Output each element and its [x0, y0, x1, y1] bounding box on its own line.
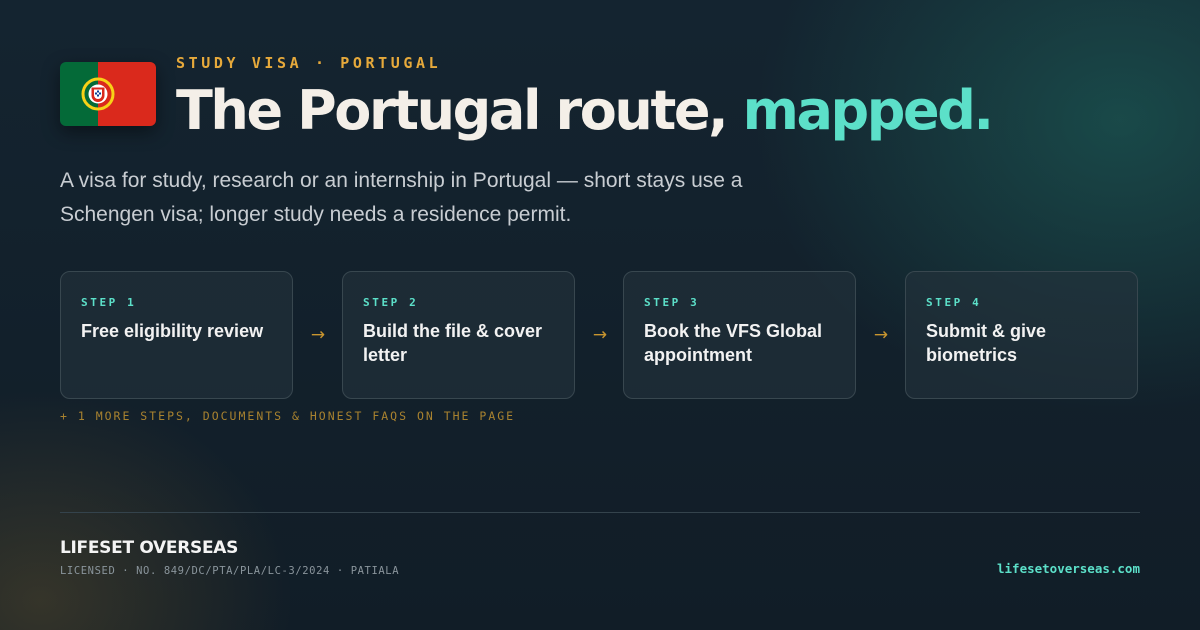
step-number: STEP 1 — [81, 296, 137, 309]
license-text: LICENSED · NO. 849/DC/PTA/PLA/LC-3/2024 … — [60, 565, 400, 577]
step-title: Free eligibility review — [81, 321, 264, 341]
arrow-right-icon: → — [873, 325, 889, 345]
step-card-3: STEP 3 Book the VFS Global appointment — [623, 271, 856, 399]
arrow-right-icon: → — [310, 325, 326, 345]
footer-divider — [60, 512, 1140, 513]
step-number: STEP 4 — [926, 296, 982, 309]
page-title: The Portugal route, mapped. — [176, 76, 994, 146]
lead-paragraph: A visa for study, research or an interns… — [60, 169, 743, 226]
portugal-flag-icon — [60, 62, 156, 126]
step-card-1: STEP 1 Free eligibility review — [60, 271, 293, 399]
more-steps-note: + 1 MORE STEPS, DOCUMENTS & HONEST FAQS … — [60, 409, 516, 423]
eyebrow-label: STUDY VISA · PORTUGAL — [176, 54, 442, 72]
website-link[interactable]: lifesetoverseas.com — [997, 561, 1140, 576]
step-card-4: STEP 4 Submit & give biometrics — [905, 271, 1138, 399]
step-number: STEP 2 — [363, 296, 419, 309]
brand-name: LIFESET OVERSEAS — [60, 538, 239, 558]
step-title: Submit & give biometrics — [926, 321, 1047, 365]
step-number: STEP 3 — [644, 296, 700, 309]
step-title: Book the VFS Global appointment — [644, 321, 823, 365]
headline-main: The Portugal route, — [176, 79, 729, 142]
headline-accent: mapped. — [742, 79, 994, 142]
step-card-2: STEP 2 Build the file & cover letter — [342, 271, 575, 399]
arrow-right-icon: → — [592, 325, 608, 345]
step-title: Build the file & cover letter — [363, 321, 543, 365]
